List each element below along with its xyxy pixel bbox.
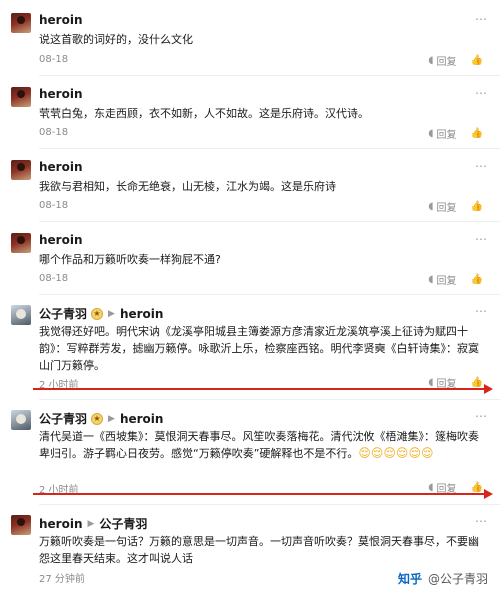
more-dots-icon[interactable]: ⋯: [475, 514, 488, 528]
emoji-group: 😌😌😌😌😌😌: [358, 446, 434, 460]
avatar[interactable]: [11, 233, 31, 253]
comment-author[interactable]: 公子青羽 ★ ▶ heroin: [39, 305, 163, 322]
author-name[interactable]: heroin: [39, 13, 83, 27]
comment-author[interactable]: heroin: [39, 160, 83, 174]
reply-label: 回复: [436, 57, 457, 68]
author-name[interactable]: 公子青羽: [39, 410, 87, 427]
reply-button[interactable]: ◖ 回复: [428, 53, 456, 68]
comment-text: 茕茕白兔，东走西顾，衣不如新，人不如故。这是乐府诗。汉代诗。: [39, 107, 369, 120]
annotation-line: [33, 388, 485, 390]
reply-icon: ◖: [428, 55, 434, 66]
annotation-line: [33, 493, 485, 495]
comment-actions: ◖ 回复 👍: [414, 199, 486, 214]
comment-author[interactable]: heroin: [39, 13, 83, 27]
comment-actions: ◖ 回复 👍: [414, 272, 486, 287]
reply-button[interactable]: ◖ 回复: [428, 272, 456, 287]
reply-label: 回复: [436, 276, 457, 287]
reply-label: 回复: [436, 203, 457, 214]
reply-arrow-icon: ▶: [108, 308, 115, 319]
avatar[interactable]: [11, 515, 31, 535]
comment-actions: ◖ 回复 👍: [414, 53, 486, 68]
divider: [39, 148, 500, 149]
watermark: 知乎 @公子青羽: [398, 570, 488, 587]
reply-label: 回复: [436, 130, 457, 141]
reply-to-name[interactable]: heroin: [120, 307, 164, 321]
avatar[interactable]: [11, 160, 31, 180]
badge-icon: ★: [91, 412, 104, 425]
thumbs-up-icon: 👍: [470, 482, 483, 493]
thumbs-up-icon: 👍: [470, 274, 483, 285]
comment-author[interactable]: heroin ▶ 公子青羽: [39, 515, 147, 532]
more-dots-icon[interactable]: ⋯: [475, 159, 488, 173]
like-button[interactable]: 👍: [471, 274, 486, 285]
watermark-handle: @公子青羽: [427, 572, 488, 586]
divider: [39, 294, 500, 295]
comment-text: 万籁听吹奏是一句话？万籁的意思是一切声音。一切声音听吹奏？莫恨洞天春事尽，不要幽…: [39, 535, 479, 565]
like-button[interactable]: 👍: [471, 55, 486, 66]
comment-text: 我欲与君相知，长命无绝衰，山无棱，江水为竭。这是乐府诗: [39, 180, 336, 193]
author-name[interactable]: heroin: [39, 87, 83, 101]
thumbs-up-icon: 👍: [470, 377, 483, 388]
divider: [39, 504, 500, 505]
comment-date: 08-18: [39, 127, 69, 138]
avatar[interactable]: [11, 305, 31, 325]
comment-text: 清代吴道一《西坡集》：莫恨洞天春事尽。风笙吹奏落梅花。清代沈攸《梧滩集》：篴梅吹…: [39, 428, 487, 462]
like-button[interactable]: 👍: [471, 201, 486, 212]
comment-date: 27 分钟前: [39, 574, 85, 585]
comment-author[interactable]: heroin: [39, 87, 83, 101]
comment-date: 08-18: [39, 200, 69, 211]
annotation-arrow-icon: [484, 489, 493, 499]
author-name[interactable]: heroin: [39, 517, 83, 531]
more-dots-icon[interactable]: ⋯: [475, 304, 488, 318]
comment-date: 08-18: [39, 54, 69, 65]
reply-icon: ◖: [428, 482, 434, 493]
more-dots-icon[interactable]: ⋯: [475, 12, 488, 26]
reply-to-name[interactable]: 公子青羽: [99, 515, 147, 532]
annotation-arrow-icon: [484, 384, 493, 394]
avatar[interactable]: [11, 13, 31, 33]
thumbs-up-icon: 👍: [470, 128, 483, 139]
comment-author[interactable]: heroin: [39, 233, 83, 247]
comment-text: 说这首歌的词好的，没什么文化: [39, 33, 193, 46]
divider: [39, 221, 500, 222]
more-dots-icon[interactable]: ⋯: [475, 409, 488, 423]
divider: [39, 399, 500, 400]
badge-icon: ★: [91, 307, 104, 320]
reply-button[interactable]: ◖ 回复: [428, 126, 456, 141]
reply-icon: ◖: [428, 128, 434, 139]
reply-arrow-icon: ▶: [87, 518, 95, 529]
author-name[interactable]: heroin: [39, 160, 83, 174]
avatar[interactable]: [11, 410, 31, 430]
reply-button[interactable]: ◖ 回复: [428, 199, 456, 214]
comment-actions: ◖ 回复 👍: [414, 126, 486, 141]
reply-arrow-icon: ▶: [108, 413, 115, 424]
more-dots-icon[interactable]: ⋯: [475, 86, 488, 100]
more-dots-icon[interactable]: ⋯: [475, 232, 488, 246]
reply-icon: ◖: [428, 377, 434, 388]
comment-text: 我觉得还好吧。明代宋讷《龙溪亭阳城县主簿娄源方彦清家近龙溪筑亭溪上征诗为赋四十韵…: [39, 325, 479, 372]
author-name[interactable]: 公子青羽: [39, 305, 87, 322]
reply-icon: ◖: [428, 274, 434, 285]
divider: [39, 75, 500, 76]
reply-icon: ◖: [428, 201, 434, 212]
like-button[interactable]: 👍: [471, 128, 486, 139]
zhihu-logo: 知乎: [397, 572, 422, 586]
thumbs-up-icon: 👍: [470, 55, 483, 66]
reply-to-name[interactable]: heroin: [120, 412, 164, 426]
comment-author[interactable]: 公子青羽 ★ ▶ heroin: [39, 410, 163, 427]
avatar[interactable]: [11, 87, 31, 107]
author-name[interactable]: heroin: [39, 233, 83, 247]
thumbs-up-icon: 👍: [470, 201, 483, 212]
comment-date: 08-18: [39, 273, 69, 284]
comment-text: 哪个作品和万籁听吹奏一样狗屁不通?: [39, 253, 221, 266]
